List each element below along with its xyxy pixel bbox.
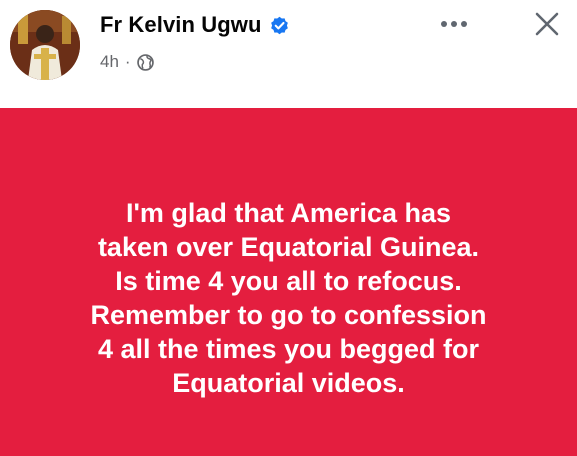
more-options-button[interactable] — [432, 8, 476, 40]
verified-badge-icon — [270, 16, 289, 35]
close-icon — [535, 12, 559, 36]
author-avatar[interactable] — [10, 10, 80, 80]
close-button[interactable] — [527, 6, 567, 42]
author-link[interactable]: Fr Kelvin Ugwu — [100, 12, 289, 38]
post-text-line: I'm glad that America has — [125, 198, 451, 228]
post-text: I'm glad that America has taken over Equ… — [19, 196, 559, 400]
meta-separator: · — [124, 52, 131, 71]
post-timestamp[interactable]: 4h — [100, 52, 119, 72]
author-name[interactable]: Fr Kelvin Ugwu — [100, 12, 262, 38]
post-text-line: Equatorial videos. — [172, 368, 405, 398]
post-meta: 4h · — [100, 52, 154, 72]
post-text-line: Is time 4 you all to refocus. — [115, 266, 462, 296]
post-text-line: Remember to go to confession — [90, 300, 487, 330]
globe-icon[interactable] — [136, 53, 154, 71]
facebook-post: Fr Kelvin Ugwu 4h · I'm glad that Americ… — [0, 0, 577, 456]
post-text-line: taken over Equatorial Guinea. — [97, 232, 480, 262]
more-options-icon — [441, 21, 467, 27]
post-header: Fr Kelvin Ugwu 4h · — [0, 0, 577, 108]
avatar-photo — [10, 10, 80, 80]
post-content-background: I'm glad that America has taken over Equ… — [0, 108, 577, 456]
post-text-line: 4 all the times you begged for — [97, 334, 480, 364]
